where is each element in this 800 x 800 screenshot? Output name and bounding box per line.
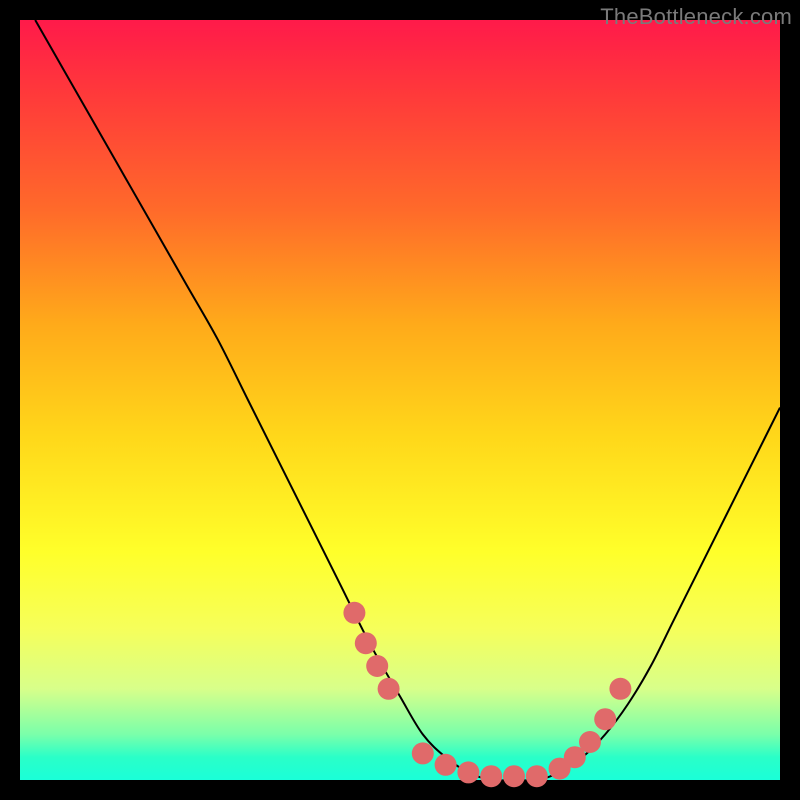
curve-layer (35, 20, 780, 781)
dots-layer (343, 602, 631, 787)
chart-svg (20, 20, 780, 780)
highlight-dot (457, 761, 479, 783)
highlight-dot (366, 655, 388, 677)
highlight-dot (579, 731, 601, 753)
highlight-dot (480, 765, 502, 787)
highlight-dot (503, 765, 525, 787)
highlight-dot (609, 678, 631, 700)
highlight-dot (435, 754, 457, 776)
highlight-dot (355, 632, 377, 654)
chart-container: TheBottleneck.com (0, 0, 800, 800)
highlight-dot (526, 765, 548, 787)
watermark-text: TheBottleneck.com (600, 4, 792, 30)
highlight-dot (378, 678, 400, 700)
highlight-dot (594, 708, 616, 730)
bottleneck-curve (35, 20, 780, 781)
highlight-dot (343, 602, 365, 624)
highlight-dot (412, 742, 434, 764)
